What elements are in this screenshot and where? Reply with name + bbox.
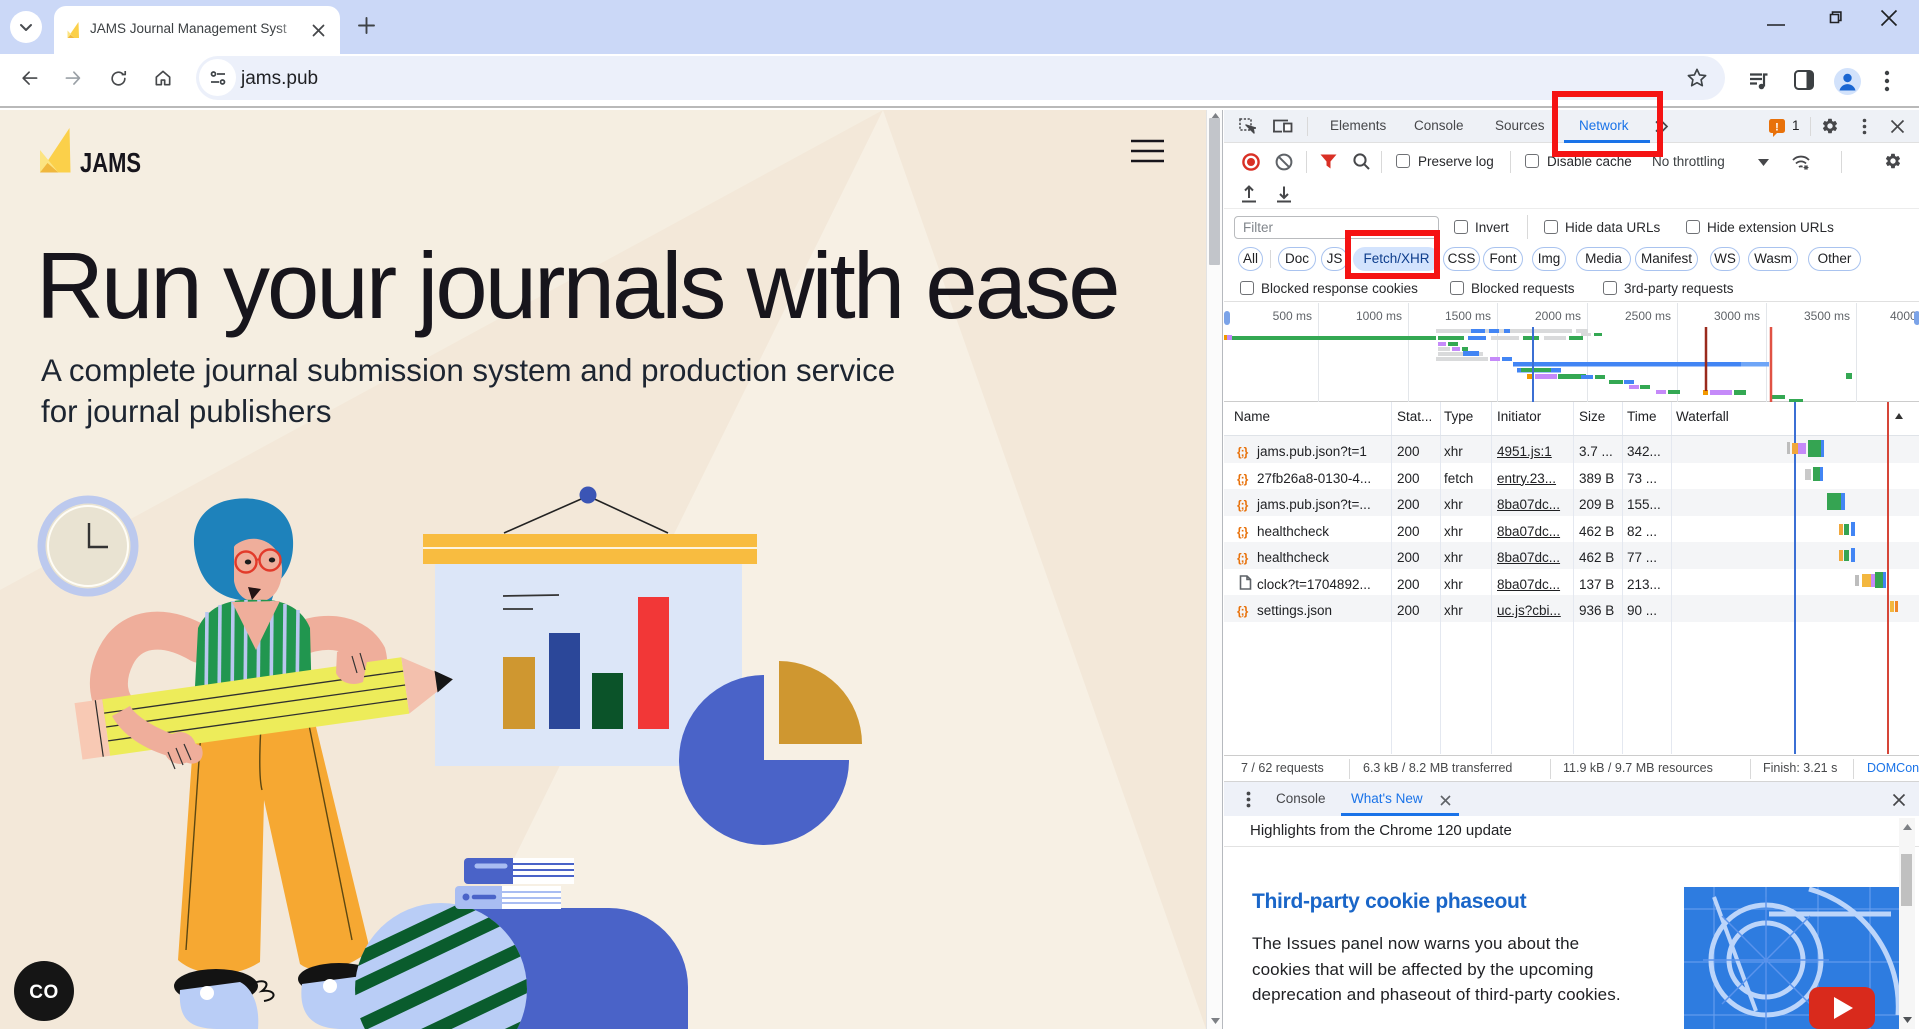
- svg-text:3000 ms: 3000 ms: [1714, 309, 1760, 323]
- svg-text:3500 ms: 3500 ms: [1804, 309, 1850, 323]
- svg-text:CO: CO: [29, 982, 59, 1003]
- svg-text:1000 ms: 1000 ms: [1356, 309, 1402, 323]
- svg-text:JAMS: JAMS: [80, 147, 141, 176]
- svg-text:500 ms: 500 ms: [1273, 309, 1312, 323]
- svg-text:2000 ms: 2000 ms: [1535, 309, 1581, 323]
- svg-text:!: !: [1775, 121, 1779, 133]
- svg-text:1500 ms: 1500 ms: [1445, 309, 1491, 323]
- svg-text:2500 ms: 2500 ms: [1625, 309, 1671, 323]
